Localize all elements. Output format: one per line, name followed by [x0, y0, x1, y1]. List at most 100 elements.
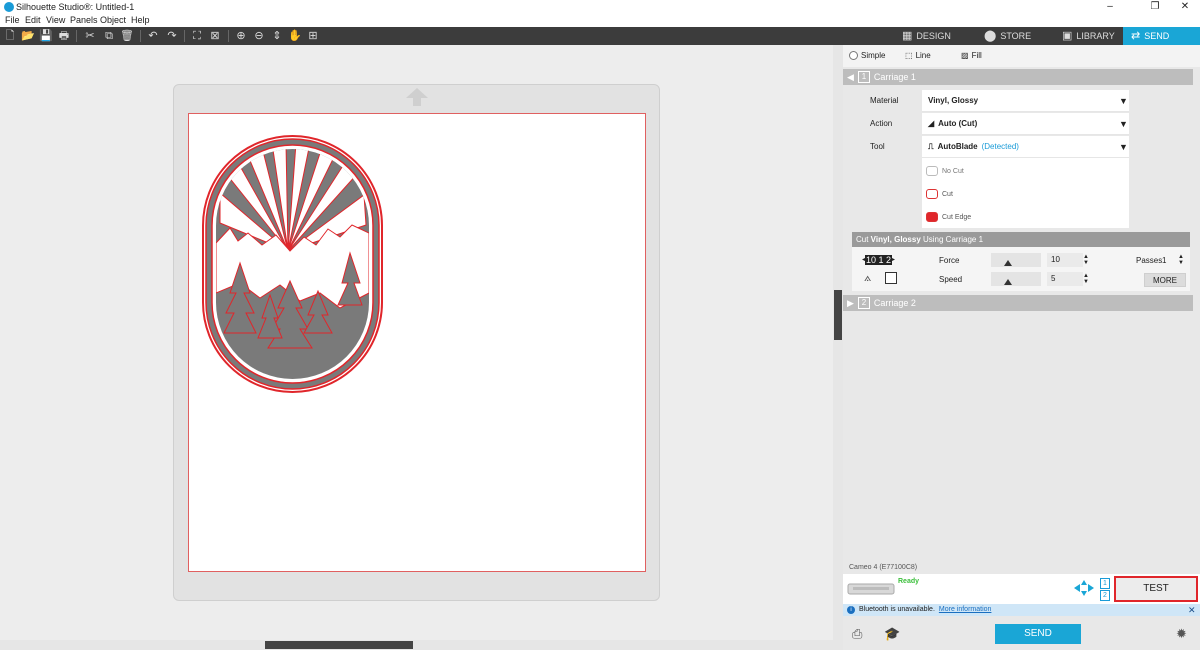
send-mode-row: Simple ⬚ Line ▨ Fill	[843, 45, 1200, 67]
send-icon: ⇄	[1131, 30, 1141, 42]
close-button[interactable]: ✕	[1170, 0, 1200, 14]
mode-line[interactable]: ⬚ Line	[905, 51, 931, 60]
menu-view[interactable]: View	[46, 15, 65, 25]
collapse-arrow-icon: ◀	[847, 72, 854, 82]
device-name: Cameo 4 (E77100C8)	[849, 564, 918, 571]
copy-icon[interactable]: ⧉	[102, 29, 116, 43]
tool-label: Tool	[870, 142, 885, 151]
carriage-2-header[interactable]: ▶ 2 Carriage 2	[843, 295, 1193, 311]
settings-gear-icon[interactable]: ✹	[1176, 626, 1187, 642]
vertical-scrollbar[interactable]	[833, 45, 843, 640]
zoom-in-icon[interactable]: ⊕	[234, 29, 248, 43]
menu-panels[interactable]: Panels	[70, 15, 98, 25]
cutter-history-icon[interactable]: ⎙	[852, 626, 862, 642]
tutorial-cap-icon[interactable]: 🎓	[884, 626, 900, 642]
library-icon: ▣	[1062, 30, 1073, 42]
top-tabs: ▦ DESIGN ⬤ STORE ▣ LIBRARY ⇄ SEND	[890, 27, 1200, 45]
carriage-selector[interactable]: 1 2	[1100, 578, 1110, 601]
carriage-1-header[interactable]: ◀ 1 Carriage 1	[843, 69, 1193, 85]
next-arrow-icon: ▸	[892, 257, 896, 263]
cut-icon[interactable]: ✂	[83, 29, 97, 43]
bluetooth-notice: i Bluetooth is unavailable. More informa…	[843, 604, 1200, 616]
autoblade-icon: ⎍	[928, 141, 934, 151]
print-icon[interactable]: 🖶	[57, 29, 71, 43]
test-button[interactable]: TEST	[1114, 576, 1198, 602]
save-icon[interactable]: 💾	[39, 29, 53, 43]
title-bar: Silhouette Studio®: Untitled-1 – ❐ ✕	[0, 0, 1200, 14]
maximize-button[interactable]: ❐	[1140, 0, 1170, 14]
tab-library[interactable]: ▣ LIBRARY	[1054, 27, 1122, 45]
option-cut-edge[interactable]: Cut Edge	[926, 212, 971, 222]
line-mode-icon: ⬚	[905, 51, 913, 60]
move-arrows-icon[interactable]	[1072, 580, 1096, 596]
vertical-scroll-thumb[interactable]	[834, 290, 842, 340]
passes-stepper-icon[interactable]: ▲ ▼	[1178, 254, 1184, 266]
zoom-fit-icon[interactable]: ⇕	[270, 29, 284, 43]
force-slider-handle[interactable]	[1004, 260, 1012, 266]
undo-icon[interactable]: ↶	[146, 29, 160, 43]
force-label: Force	[939, 256, 960, 265]
open-folder-icon[interactable]: 📂	[21, 29, 35, 43]
option-checkbox[interactable]	[885, 272, 897, 284]
force-input[interactable]: 10	[1047, 253, 1083, 267]
expand-arrow-icon: ▶	[847, 298, 854, 308]
more-information-link[interactable]: More information	[939, 604, 992, 616]
speed-slider[interactable]	[991, 272, 1041, 286]
cutter-machine-icon	[847, 583, 895, 595]
menu-help[interactable]: Help	[131, 15, 150, 25]
no-cut-icon	[926, 166, 938, 176]
blade-icon: ◢	[928, 119, 935, 128]
silhouette-logo-icon	[4, 2, 14, 12]
menu-file[interactable]: File	[5, 15, 20, 25]
mode-fill[interactable]: ▨ Fill	[961, 51, 982, 60]
mode-simple[interactable]: Simple	[849, 51, 885, 60]
deselect-icon[interactable]: ⊠	[208, 29, 222, 43]
simple-radio[interactable]	[849, 51, 858, 60]
horizontal-scrollbar[interactable]	[0, 640, 843, 650]
pan-hand-icon[interactable]: ✋	[288, 29, 302, 43]
zoom-out-icon[interactable]: ⊖	[252, 29, 266, 43]
tab-design[interactable]: ▦ DESIGN	[894, 27, 974, 45]
grid-icon: ▦	[902, 30, 913, 42]
cut-line-icon	[926, 189, 938, 199]
feed-direction-arrow-icon	[406, 88, 428, 106]
new-file-icon[interactable]: 🗋	[3, 29, 17, 43]
cut-direction-icon[interactable]: ⟑	[864, 270, 871, 285]
delete-icon[interactable]: 🗑	[120, 29, 134, 43]
action-dropdown[interactable]: ◢ Auto (Cut) ▼	[922, 113, 1129, 135]
force-stepper-icon[interactable]: ▲ ▼	[1083, 254, 1089, 266]
menu-edit[interactable]: Edit	[25, 15, 41, 25]
speed-stepper-icon[interactable]: ▲ ▼	[1083, 273, 1089, 285]
action-label: Action	[870, 119, 893, 128]
menu-object[interactable]: Object	[100, 15, 126, 25]
dropdown-caret-icon: ▼	[1119, 118, 1128, 129]
info-icon: i	[847, 606, 855, 614]
fill-mode-icon: ▨	[961, 51, 969, 60]
fit-page-icon[interactable]: ⊞	[306, 29, 320, 43]
passes-label: Passes	[1136, 256, 1163, 265]
speed-input[interactable]: 5	[1047, 272, 1083, 286]
passes-input[interactable]: 1	[1162, 256, 1166, 265]
material-dropdown[interactable]: Vinyl, Glossy ▼	[922, 90, 1129, 112]
cut-summary-bar: Cut Vinyl, Glossy Using Carriage 1	[852, 232, 1190, 247]
dropdown-caret-icon: ▼	[1119, 141, 1128, 152]
redo-icon[interactable]: ↷	[165, 29, 179, 43]
tool-dropdown[interactable]: ⎍ AutoBlade (Detected) ▼	[922, 136, 1129, 158]
option-cut[interactable]: Cut	[926, 189, 953, 199]
select-all-icon[interactable]: ⛶	[190, 29, 204, 43]
minimize-button[interactable]: –	[1095, 0, 1125, 14]
blade-depth-selector[interactable]: ◂ 10 1 2 ▸	[862, 253, 900, 266]
option-no-cut[interactable]: No Cut	[926, 166, 964, 176]
bluetooth-notice-close-button[interactable]: ✕	[1188, 605, 1196, 616]
tab-send[interactable]: ⇄ SEND	[1123, 27, 1200, 45]
speed-label: Speed	[939, 275, 963, 284]
tab-store[interactable]: ⬤ STORE	[976, 27, 1052, 45]
more-button[interactable]: MORE	[1144, 273, 1186, 287]
send-button[interactable]: SEND	[995, 624, 1081, 644]
menu-bar: File Edit View Panels Object Help	[0, 14, 1200, 27]
mountain-sunburst-design[interactable]	[200, 133, 385, 395]
dropdown-caret-icon: ▼	[1119, 95, 1128, 106]
speed-slider-handle[interactable]	[1004, 279, 1012, 285]
horizontal-scroll-thumb[interactable]	[265, 641, 413, 649]
force-slider[interactable]	[991, 253, 1041, 267]
